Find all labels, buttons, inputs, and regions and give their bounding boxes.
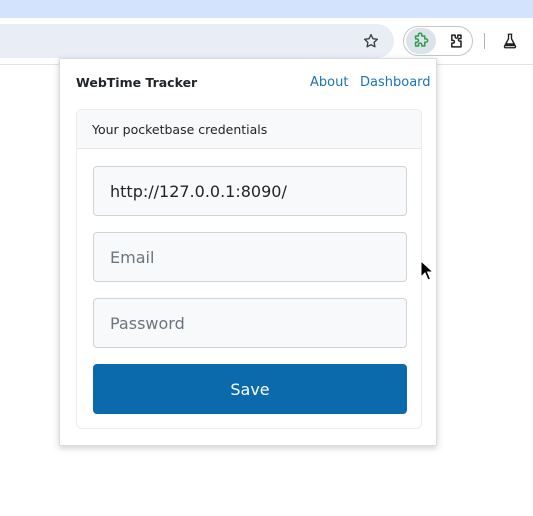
pocketbase-url-input[interactable] — [93, 166, 407, 216]
about-link[interactable]: About — [310, 75, 348, 90]
extensions-menu-button[interactable] — [444, 29, 468, 53]
webtime-extension-button[interactable] — [406, 28, 436, 54]
email-input[interactable] — [93, 232, 407, 282]
card-header: Your pocketbase credentials — [77, 110, 421, 149]
dashboard-link[interactable]: Dashboard — [360, 75, 431, 90]
credentials-card: Your pocketbase credentials Save — [76, 109, 422, 429]
toolbar-separator — [484, 33, 485, 49]
browser-window: WebTime Tracker About Dashboard Your poc… — [0, 0, 533, 516]
popup-title: WebTime Tracker — [76, 75, 198, 90]
extensions-icon — [451, 34, 462, 48]
flask-icon — [503, 33, 517, 49]
extensions-group — [403, 26, 473, 56]
labs-button[interactable] — [498, 29, 522, 53]
password-input[interactable] — [93, 298, 407, 348]
puzzle-icon — [414, 32, 429, 47]
tab-strip — [0, 0, 533, 18]
bookmark-star-icon[interactable] — [359, 29, 383, 53]
save-button[interactable]: Save — [93, 364, 407, 414]
address-bar[interactable] — [0, 24, 394, 58]
extension-popup: WebTime Tracker About Dashboard Your poc… — [59, 58, 437, 446]
mouse-cursor-icon — [420, 260, 434, 281]
star-icon — [363, 33, 379, 48]
